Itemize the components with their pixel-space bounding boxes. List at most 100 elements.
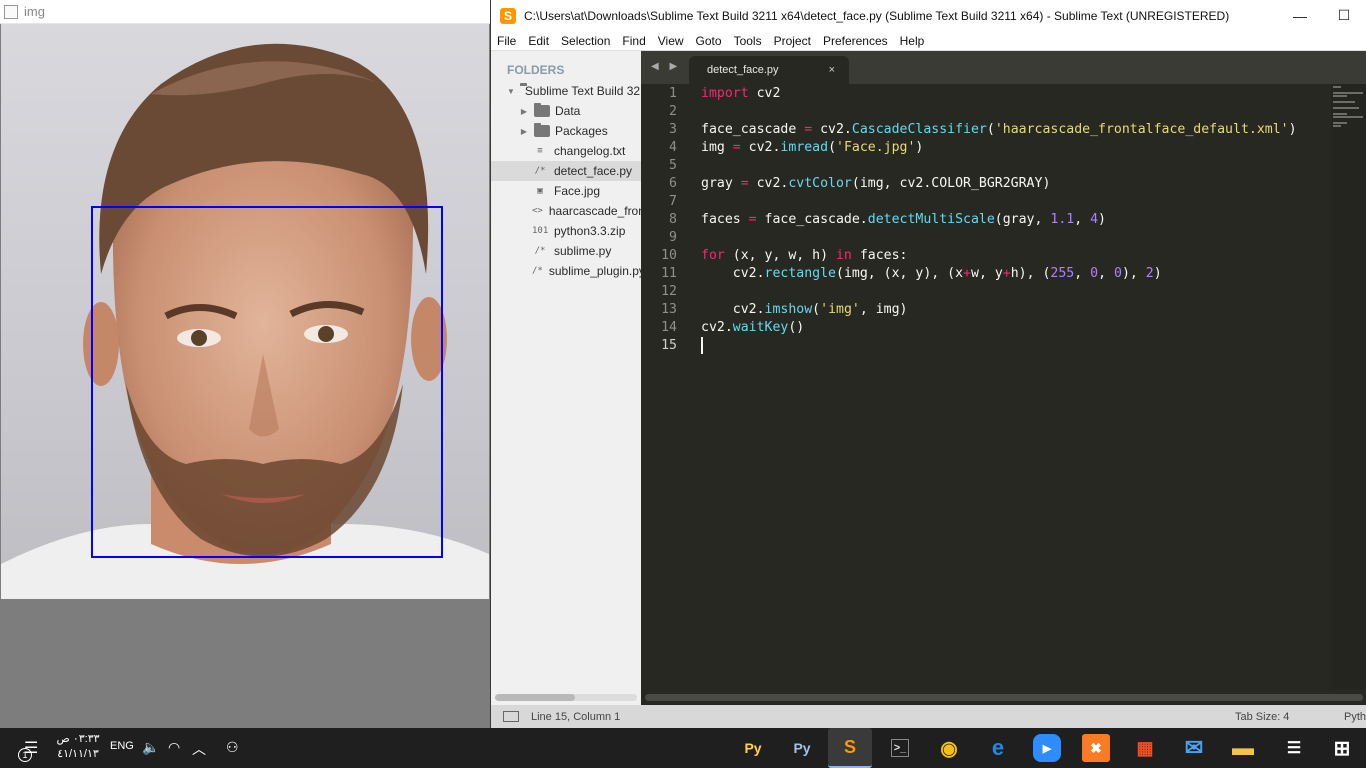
- edge-icon[interactable]: e: [984, 734, 1012, 762]
- clock[interactable]: ٠٣:٣٣ ص ٤١/١١/١٣: [52, 732, 104, 762]
- tab-detect-face[interactable]: detect_face.py ×: [689, 56, 849, 84]
- sublime-titlebar[interactable]: S C:\Users\at\Downloads\Sublime Text Bui…: [491, 0, 1366, 31]
- menu-file[interactable]: File: [491, 34, 522, 48]
- line-number: 12: [661, 284, 677, 299]
- menu-help[interactable]: Help: [894, 34, 931, 48]
- sidebar-item-sublime-plugin[interactable]: /* sublime_plugin.py: [491, 261, 641, 281]
- chevron-up-icon[interactable]: ︿: [192, 739, 206, 759]
- sidebar-item-packages[interactable]: ▶ Packages: [491, 121, 641, 141]
- editor-scrollbar-thumb[interactable]: [645, 694, 1363, 701]
- menu-selection[interactable]: Selection: [555, 34, 616, 48]
- line-number: 4: [669, 140, 677, 155]
- code-file-icon: /*: [532, 266, 543, 276]
- sidebar-item-label: sublime_plugin.py: [548, 264, 641, 278]
- wifi-icon[interactable]: ◠: [168, 739, 180, 756]
- menu-find[interactable]: Find: [616, 34, 651, 48]
- minimize-button[interactable]: —: [1278, 8, 1322, 24]
- code-line: 3 face_cascade = cv2.CascadeClassifier('h…: [641, 121, 1331, 139]
- zoom-icon[interactable]: ▶: [1033, 734, 1061, 762]
- img-window-titlebar[interactable]: img: [0, 0, 490, 24]
- sidebar-root-folder[interactable]: ▼ Sublime Text Build 3211 x64: [491, 81, 641, 101]
- python-idle-icon[interactable]: Py: [788, 734, 816, 762]
- img-window-title: img: [24, 4, 45, 19]
- chrome-icon-glyph: ◉: [940, 737, 958, 760]
- menu-edit[interactable]: Edit: [522, 34, 555, 48]
- menu-goto[interactable]: Goto: [690, 34, 728, 48]
- menu-tools[interactable]: Tools: [728, 34, 768, 48]
- line-number: 7: [669, 194, 677, 209]
- clock-time: ٠٣:٣٣ ص: [56, 733, 100, 745]
- editor-horizontal-scrollbar[interactable]: [641, 689, 1366, 705]
- maximize-button[interactable]: ☐: [1322, 7, 1366, 24]
- code-editor[interactable]: 1 import cv2 2 3 face_cascade = cv2.Cascad…: [641, 84, 1331, 689]
- sidebar-item-data[interactable]: ▶ Data: [491, 101, 641, 121]
- line-number: 5: [669, 158, 677, 173]
- syntax-selector[interactable]: Python: [1344, 711, 1366, 723]
- code-line: 6 gray = cv2.cvtColor(img, cv2.COLOR_BGR2…: [641, 175, 1331, 193]
- line-number: 2: [669, 104, 677, 119]
- sidebar-scrollbar-thumb[interactable]: [495, 694, 575, 701]
- sidebar-item-face-jpg[interactable]: ▣ Face.jpg: [491, 181, 641, 201]
- task-view-icon[interactable]: ☰: [1280, 734, 1308, 762]
- collapsed-arrow-icon[interactable]: ▶: [519, 107, 529, 116]
- tab-close-icon[interactable]: ×: [829, 56, 835, 84]
- tab-nav-arrows-icon[interactable]: ◀ ▶: [651, 61, 681, 72]
- sidebar-item-sublime-py[interactable]: /* sublime.py: [491, 241, 641, 261]
- menu-view[interactable]: View: [652, 34, 690, 48]
- sidebar-item-python-zip[interactable]: 101 python3.3.zip: [491, 221, 641, 241]
- line-number: 11: [661, 266, 677, 281]
- mail-icon[interactable]: ✉: [1180, 734, 1208, 762]
- folders-header: FOLDERS: [507, 63, 565, 77]
- sidebar-scrollbar[interactable]: [495, 694, 637, 701]
- sidebar-item-changelog[interactable]: ≡ changelog.txt: [491, 141, 641, 161]
- edge-icon-glyph: e: [991, 735, 1005, 760]
- file-explorer-icon[interactable]: ▬: [1229, 734, 1257, 762]
- line-number: 10: [661, 248, 677, 263]
- zoom-icon-glyph: ▶: [1042, 742, 1052, 755]
- code-file-icon: /*: [534, 166, 546, 176]
- sidebar-item-label: sublime.py: [554, 244, 612, 258]
- sidebar-item-label: haarcascade_frontalface_default.xml: [548, 204, 641, 218]
- task-view-icon-glyph: ☰: [1286, 740, 1302, 757]
- sublime-text-icon[interactable]: S: [828, 728, 872, 768]
- code-line: 1 import cv2: [641, 85, 1331, 103]
- code-text: img = cv2.imread('Face.jpg'): [701, 140, 924, 155]
- store-icon[interactable]: ▦: [1131, 734, 1159, 762]
- code-text: gray = cv2.cvtColor(img, cv2.COLOR_BGR2G…: [701, 176, 1051, 191]
- collapsed-arrow-icon[interactable]: ▶: [519, 127, 529, 136]
- command-prompt-icon[interactable]: >_: [886, 734, 914, 762]
- menu-project[interactable]: Project: [768, 34, 817, 48]
- sidebar-item-label: Packages: [555, 124, 608, 138]
- sidebar-item-detect-face[interactable]: /* detect_face.py: [491, 161, 641, 181]
- line-number: 14: [661, 320, 677, 335]
- sidebar-item-haarcascade[interactable]: <> haarcascade_frontalface_default.xml: [491, 201, 641, 221]
- sublime-logo-icon: S: [500, 7, 516, 24]
- sidebar-item-label: detect_face.py: [554, 164, 633, 178]
- tab-size-selector[interactable]: Tab Size: 4: [1235, 711, 1289, 723]
- code-text: cv2.imshow('img', img): [701, 302, 908, 317]
- input-language[interactable]: ENG: [110, 740, 134, 752]
- volume-icon[interactable]: 🔈: [142, 739, 159, 756]
- line-number: 1: [669, 86, 677, 101]
- minimap[interactable]: [1331, 84, 1366, 689]
- sidebar: FOLDERS ▼ Sublime Text Build 3211 x64 ▶ …: [491, 51, 641, 705]
- img-window[interactable]: img: [0, 0, 490, 728]
- face-photo-drawing: [1, 43, 489, 599]
- panel-toggle-icon[interactable]: [503, 711, 519, 722]
- expanded-arrow-icon[interactable]: ▼: [507, 87, 515, 96]
- sidebar-item-label: changelog.txt: [554, 144, 626, 158]
- sublime-window[interactable]: S C:\Users\at\Downloads\Sublime Text Bui…: [490, 0, 1366, 728]
- start-icon[interactable]: ⊞: [1328, 734, 1356, 762]
- text-caret: [701, 337, 703, 354]
- code-line: 14 cv2.waitKey(): [641, 319, 1331, 337]
- line-number: 6: [669, 176, 677, 191]
- code-text: import cv2: [701, 86, 781, 101]
- chrome-icon[interactable]: ◉: [935, 734, 963, 762]
- folder-icon: [534, 123, 550, 137]
- menu-preferences[interactable]: Preferences: [817, 34, 894, 48]
- python-icon[interactable]: Py: [739, 734, 767, 762]
- people-icon[interactable]: ⚇: [226, 739, 239, 756]
- window-app-icon: [4, 4, 18, 19]
- xampp-icon[interactable]: ✖: [1082, 734, 1110, 762]
- text-file-icon: ≡: [537, 146, 543, 156]
